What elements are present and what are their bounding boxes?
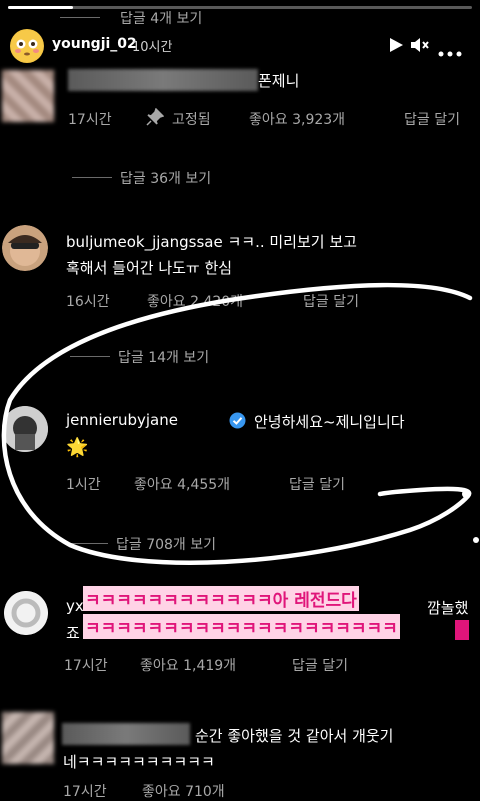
comment-text: 깜놀했	[427, 599, 469, 617]
blurred-username	[62, 723, 190, 745]
comment-time: 17시간	[63, 784, 107, 800]
avatar[interactable]	[4, 591, 48, 635]
reply-button[interactable]: 답글 달기	[292, 655, 348, 675]
comment-text: 순간 좋아했을 것 같아서 개웃기	[195, 727, 394, 745]
blurred-avatar	[2, 712, 54, 764]
text-cursor-marker	[455, 620, 469, 640]
likes-count[interactable]: 좋아요 1,419개	[140, 655, 236, 675]
comment-username-partial[interactable]: yx	[66, 597, 84, 615]
overlay-text-line1: ㅋㅋㅋㅋㅋㅋㅋㅋㅋㅋㅋㅋ아 레전드다	[83, 586, 359, 611]
comment-time: 17시간	[64, 658, 108, 674]
likes-count[interactable]: 좋아요 710개	[142, 781, 225, 801]
comment-text: 죠	[66, 624, 80, 642]
comment-text: 네ㅋㅋㅋㅋㅋㅋㅋㅋㅋㅋ	[63, 753, 215, 771]
overlay-text-line2: ㅋㅋㅋㅋㅋㅋㅋㅋㅋㅋㅋㅋㅋㅋㅋㅋㅋㅋㅋㅋ	[83, 614, 400, 639]
